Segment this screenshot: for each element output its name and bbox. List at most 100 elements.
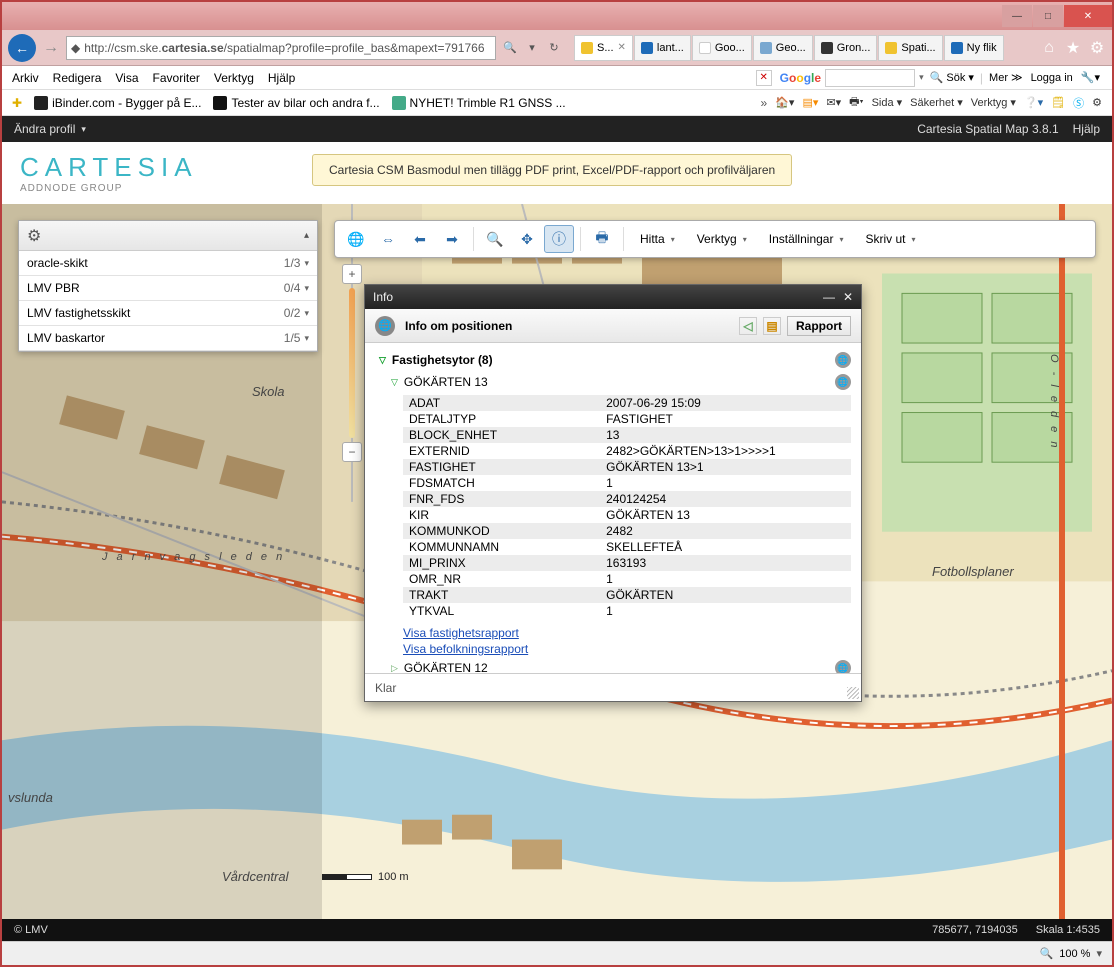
- layer-row-pbr[interactable]: LMV PBR0/4▾: [19, 276, 317, 301]
- collapse-icon[interactable]: ▴: [304, 230, 309, 241]
- search-icon[interactable]: 🔍: [500, 38, 520, 58]
- tree-feature-gokarten13[interactable]: ▽GÖKÄRTEN 13 🌐: [379, 371, 851, 393]
- link-befolkningsrapport[interactable]: Visa befolkningsrapport: [403, 641, 851, 657]
- menu-arkiv[interactable]: Arkiv: [12, 71, 39, 85]
- tab-close-icon[interactable]: ✕: [618, 42, 626, 53]
- settings-icon[interactable]: ⚙: [1088, 39, 1106, 57]
- zoom-icon[interactable]: 🔍: [1040, 947, 1054, 960]
- window-minimize-button[interactable]: —: [1002, 5, 1032, 27]
- window-maximize-button[interactable]: □: [1033, 5, 1063, 27]
- attribute-key: EXTERNID: [403, 443, 600, 459]
- installningar-dropdown[interactable]: Inställningar▾: [759, 225, 854, 253]
- skrivut-dropdown[interactable]: Skriv ut▾: [855, 225, 925, 253]
- bookmark-trimble[interactable]: NYHET! Trimble R1 GNSS ...: [392, 96, 566, 110]
- search-dropdown-icon[interactable]: ▾: [919, 72, 924, 83]
- forward-button[interactable]: →: [40, 37, 62, 59]
- layer-row-baskartor[interactable]: LMV baskartor1/5▾: [19, 326, 317, 351]
- mer-button[interactable]: Mer ≫: [987, 71, 1025, 84]
- rapport-prev-icon[interactable]: ◁: [739, 317, 757, 335]
- menu-favoriter[interactable]: Favoriter: [153, 71, 200, 85]
- mail-icon[interactable]: ✉▾: [826, 96, 841, 109]
- google-search-input[interactable]: [825, 69, 915, 87]
- help-link[interactable]: Hjälp: [1073, 122, 1100, 136]
- globe-icon[interactable]: 🌐: [835, 352, 851, 368]
- attribute-row: KOMMUNKOD2482: [403, 523, 851, 539]
- change-profile-dropdown[interactable]: Ändra profil ▾: [14, 122, 86, 136]
- tab-newtab[interactable]: Ny flik: [944, 35, 1004, 61]
- tab-gron[interactable]: Gron...: [814, 35, 878, 61]
- map-area[interactable]: Skola Vårdcentral vslunda Fotbollsplaner…: [2, 204, 1112, 919]
- sakerhet-dropdown[interactable]: Säkerhet ▾: [910, 96, 963, 109]
- menu-visa[interactable]: Visa: [115, 71, 138, 85]
- verktyg-dropdown[interactable]: Verktyg ▾: [971, 96, 1016, 109]
- help-icon[interactable]: ❔▾: [1024, 96, 1043, 109]
- next-extent-button[interactable]: ➡: [437, 225, 467, 253]
- address-bar[interactable]: ◆ http://csm.ske.cartesia.se/spatialmap?…: [66, 36, 496, 60]
- sok-button[interactable]: 🔍 Sök ▾: [928, 71, 976, 84]
- prev-extent-button[interactable]: ⬅: [405, 225, 435, 253]
- zoom-dropdown-icon[interactable]: ▾: [1096, 947, 1102, 960]
- tab-spati[interactable]: Spati...: [878, 35, 942, 61]
- link-fastighetsrapport[interactable]: Visa fastighetsrapport: [403, 625, 851, 641]
- attribute-value: 2482>GÖKÄRTEN>13>1>>>>1: [600, 443, 851, 459]
- login-button[interactable]: Logga in: [1029, 72, 1075, 84]
- bookmark-ibinder[interactable]: iBinder.com - Bygger på E...: [34, 96, 201, 110]
- back-button[interactable]: ←: [8, 34, 36, 62]
- skype-icon[interactable]: Ⓢ: [1073, 95, 1084, 111]
- zoom-in-icon[interactable]: +: [342, 264, 362, 284]
- globe-icon[interactable]: 🌐: [375, 316, 395, 336]
- attribute-row: TRAKTGÖKÄRTEN: [403, 587, 851, 603]
- pan-button[interactable]: ✥: [512, 225, 542, 253]
- info-panel-header[interactable]: Info — ✕: [365, 285, 861, 309]
- print-button[interactable]: 🖶: [587, 225, 617, 253]
- home-icon[interactable]: ⌂: [1040, 39, 1058, 57]
- favorites-icon[interactable]: ★: [1064, 39, 1082, 57]
- layer-row-fastighet[interactable]: LMV fastighetsskikt0/2▾: [19, 301, 317, 326]
- layer-row-oracle[interactable]: oracle-skikt1/3▾: [19, 251, 317, 276]
- close-icon[interactable]: ✕: [843, 290, 853, 304]
- tab-spatialmap[interactable]: S...✕: [574, 35, 633, 61]
- globe-icon[interactable]: 🌐: [835, 374, 851, 390]
- window-close-button[interactable]: ✕: [1064, 5, 1112, 27]
- home-icon[interactable]: 🏠▾: [775, 96, 794, 109]
- add-favorite-icon[interactable]: ✚: [12, 96, 22, 110]
- hitta-dropdown[interactable]: Hitta▾: [630, 225, 685, 253]
- zoom-extent-button[interactable]: ⇔: [373, 225, 403, 253]
- feeds-icon[interactable]: ▤▾: [802, 96, 818, 109]
- globe-button[interactable]: 🌐: [341, 225, 371, 253]
- menu-verktyg[interactable]: Verktyg: [214, 71, 254, 85]
- zoom-track[interactable]: [349, 288, 355, 438]
- rapport-doc-icon[interactable]: ▤: [763, 317, 781, 335]
- product-label: Cartesia Spatial Map 3.8.1: [917, 122, 1058, 136]
- globe-icon[interactable]: 🌐: [835, 660, 851, 673]
- resize-handle[interactable]: [847, 687, 859, 699]
- minimize-icon[interactable]: —: [823, 290, 835, 304]
- bookmark-overflow-icon[interactable]: »: [761, 96, 768, 110]
- gear-icon[interactable]: ⚙: [27, 226, 41, 246]
- menu-hjalp[interactable]: Hjälp: [268, 71, 295, 85]
- verktyg-dropdown[interactable]: Verktyg▾: [687, 225, 757, 253]
- gear-icon[interactable]: ⚙: [1092, 96, 1102, 109]
- rapport-button[interactable]: Rapport: [787, 316, 851, 336]
- bookmark-tester[interactable]: Tester av bilar och andra f...: [213, 96, 379, 110]
- tree-feature-gokarten12[interactable]: ▷GÖKÄRTEN 12 🌐: [379, 657, 851, 673]
- wrench-icon[interactable]: 🔧▾: [1079, 71, 1102, 84]
- zoom-slider[interactable]: + −: [340, 264, 364, 462]
- attribute-key: FNR_FDS: [403, 491, 600, 507]
- zoom-out-icon[interactable]: −: [342, 442, 362, 462]
- refresh-icon[interactable]: ↻: [544, 38, 564, 58]
- toolbar-close-icon[interactable]: ✕: [756, 70, 772, 86]
- sida-dropdown[interactable]: Sida ▾: [872, 96, 903, 109]
- note-icon[interactable]: 🗒: [1051, 96, 1065, 109]
- print-icon[interactable]: 🖶▾: [849, 93, 863, 112]
- info-tool-button[interactable]: ⓘ: [544, 225, 574, 253]
- tab-geo[interactable]: Geo...: [753, 35, 813, 61]
- tab-google[interactable]: Goo...: [692, 35, 752, 61]
- info-panel-body[interactable]: ▽Fastighetsytor (8) 🌐 ▽GÖKÄRTEN 13 🌐 ADA…: [365, 343, 861, 673]
- tab-lant[interactable]: lant...: [634, 35, 691, 61]
- menu-redigera[interactable]: Redigera: [53, 71, 102, 85]
- search-dropdown-icon[interactable]: ▾: [522, 38, 542, 58]
- tree-group-fastighetsytor[interactable]: ▽Fastighetsytor (8) 🌐: [379, 349, 851, 371]
- zoom-in-button[interactable]: 🔍: [480, 225, 510, 253]
- attribute-value: GÖKÄRTEN: [600, 587, 851, 603]
